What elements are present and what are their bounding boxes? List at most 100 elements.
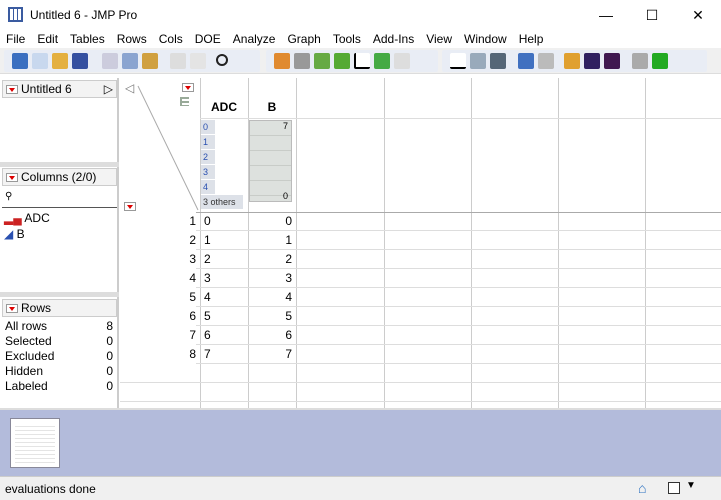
cell-adc[interactable]: 6	[204, 326, 211, 345]
calculator-icon[interactable]	[294, 53, 310, 69]
copy-icon[interactable]	[122, 53, 138, 69]
cell-adc[interactable]: 3	[204, 269, 211, 288]
table-panel-header[interactable]: Untitled 6 ▷	[2, 80, 117, 98]
menu-cols[interactable]: Cols	[153, 30, 189, 48]
menu-edit[interactable]: Edit	[31, 30, 64, 48]
table-row[interactable]: 322	[120, 250, 721, 269]
menu-rows[interactable]: Rows	[111, 30, 153, 48]
run-script-icon[interactable]	[652, 53, 668, 69]
search-icon[interactable]	[216, 54, 228, 66]
row-number[interactable]: 8	[120, 345, 196, 364]
menu-file[interactable]: File	[0, 30, 31, 48]
columns-red-triangle-icon[interactable]	[182, 83, 194, 92]
dropdown-arrow-icon[interactable]: ▼	[686, 480, 696, 491]
menu-window[interactable]: Window	[458, 30, 513, 48]
menu-tools[interactable]: Tools	[327, 30, 367, 48]
grid-icon[interactable]	[314, 53, 330, 69]
minimize-button[interactable]: —	[583, 0, 629, 30]
column-header-adc[interactable]: ADC	[200, 100, 248, 114]
column-search-input[interactable]: ⚲	[2, 188, 117, 208]
menu-view[interactable]: View	[420, 30, 458, 48]
table-row[interactable]: 433	[120, 269, 721, 288]
join-icon[interactable]	[584, 53, 600, 69]
table-row[interactable]	[120, 383, 721, 402]
cell-b[interactable]: 7	[248, 345, 292, 364]
select-icon[interactable]	[518, 53, 534, 69]
collapse-arrow-icon[interactable]: ◁	[125, 81, 134, 95]
expand-arrow-icon[interactable]: ▷	[104, 81, 113, 97]
row-number[interactable]: 6	[120, 307, 196, 326]
new-script-icon[interactable]	[32, 53, 48, 69]
fit-model-icon[interactable]	[374, 53, 390, 69]
cell-adc[interactable]: 1	[204, 231, 211, 250]
rows-panel-header[interactable]: Rows	[2, 299, 117, 317]
cell-b[interactable]: 5	[248, 307, 292, 326]
row-number[interactable]: 2	[120, 231, 196, 250]
sort-icon[interactable]	[450, 53, 466, 69]
cell-adc[interactable]: 7	[204, 345, 211, 364]
table-row[interactable]: 544	[120, 288, 721, 307]
window-thumbnail[interactable]	[10, 418, 60, 468]
cut-icon[interactable]	[102, 53, 118, 69]
home-icon[interactable]: ⌂	[638, 480, 646, 496]
row-number[interactable]: 1	[120, 212, 196, 231]
close-button[interactable]: ✕	[675, 0, 721, 30]
menu-analyze[interactable]: Analyze	[227, 30, 282, 48]
cell-b[interactable]: 3	[248, 269, 292, 288]
rows-red-triangle-icon[interactable]	[124, 202, 136, 211]
settings-icon[interactable]	[170, 53, 186, 69]
fit-y-by-x-icon[interactable]	[354, 53, 370, 69]
cell-adc[interactable]: 4	[204, 288, 211, 307]
red-triangle-icon[interactable]	[6, 304, 18, 313]
inspect-icon[interactable]	[538, 53, 554, 69]
table-row[interactable]: 655	[120, 307, 721, 326]
save-icon[interactable]	[72, 53, 88, 69]
sort-order-icon[interactable]	[564, 53, 580, 69]
menu-add-ins[interactable]: Add-Ins	[367, 30, 420, 48]
table-row[interactable]: 100	[120, 212, 721, 231]
row-number[interactable]: 7	[120, 326, 196, 345]
table-row[interactable]: 877	[120, 345, 721, 364]
bar-chart-icon[interactable]	[334, 53, 350, 69]
rows-summary-value: 0	[106, 379, 113, 393]
menu-graph[interactable]: Graph	[281, 30, 326, 48]
numeric-icon[interactable]	[490, 53, 506, 69]
edit-icon[interactable]	[394, 53, 410, 69]
red-triangle-icon[interactable]	[6, 173, 18, 182]
menu-help[interactable]: Help	[513, 30, 550, 48]
column-header-b[interactable]: B	[248, 100, 296, 114]
cell-b[interactable]: 0	[248, 212, 292, 231]
columns-list-icon[interactable]	[470, 53, 486, 69]
maximize-button[interactable]: ☐	[629, 0, 675, 30]
table-row[interactable]	[120, 364, 721, 383]
cell-b[interactable]: 6	[248, 326, 292, 345]
new-data-table-icon[interactable]	[12, 53, 28, 69]
table-row[interactable]: 211	[120, 231, 721, 250]
window-list-icon[interactable]	[668, 482, 680, 494]
menu-tables[interactable]: Tables	[64, 30, 111, 48]
formula-icon[interactable]	[632, 53, 648, 69]
columns-panel-header[interactable]: Columns (2/0)	[2, 168, 117, 186]
column-item-b[interactable]: ◢ B	[4, 227, 25, 241]
cell-adc[interactable]: 2	[204, 250, 211, 269]
panel-divider[interactable]	[0, 162, 119, 167]
row-number[interactable]: 3	[120, 250, 196, 269]
panel-divider[interactable]	[0, 292, 119, 297]
cell-adc[interactable]: 5	[204, 307, 211, 326]
paste-icon[interactable]	[142, 53, 158, 69]
open-folder-icon[interactable]	[52, 53, 68, 69]
cell-b[interactable]: 4	[248, 288, 292, 307]
table-icon[interactable]	[274, 53, 290, 69]
cell-b[interactable]: 2	[248, 250, 292, 269]
row-number[interactable]: 4	[120, 269, 196, 288]
cell-adc[interactable]: 0	[204, 212, 211, 231]
lock-icon[interactable]	[190, 53, 206, 69]
table-row[interactable]: 766	[120, 326, 721, 345]
column-item-adc[interactable]: ▂▄ ADC	[4, 211, 50, 225]
menu-doe[interactable]: DOE	[189, 30, 227, 48]
b-histogram: 7 0	[249, 120, 292, 202]
row-number[interactable]: 5	[120, 288, 196, 307]
split-icon[interactable]	[604, 53, 620, 69]
cell-b[interactable]: 1	[248, 231, 292, 250]
red-triangle-icon[interactable]	[6, 85, 18, 94]
